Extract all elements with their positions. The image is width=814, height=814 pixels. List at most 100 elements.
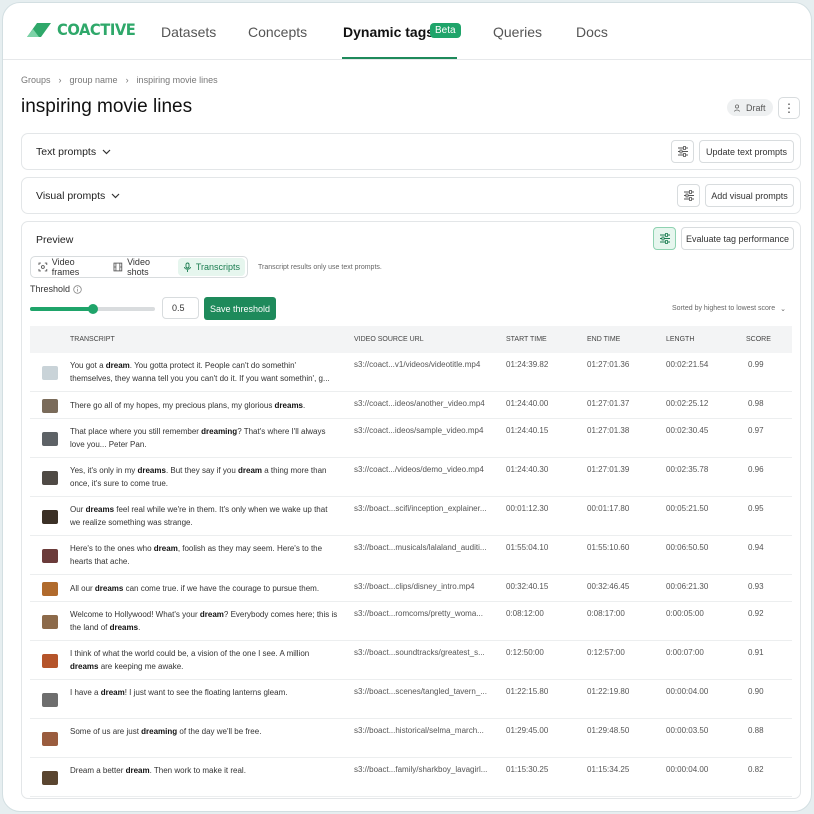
- breadcrumb: Groups › group name › inspiring movie li…: [21, 75, 218, 85]
- end-time: 01:27:01.36: [587, 360, 630, 369]
- threshold-input[interactable]: 0.5: [162, 297, 199, 319]
- transcript-segment: ! I just want to see the floating lanter…: [124, 688, 288, 697]
- table-row[interactable]: All our dreams can come true. if we have…: [30, 575, 792, 602]
- score: 0.97: [748, 426, 764, 435]
- video-source-url[interactable]: s3://coact.../videos/demo_video.mp4: [354, 465, 484, 474]
- nav-datasets[interactable]: Datasets: [161, 24, 216, 40]
- highlighted-keyword: dream: [125, 766, 150, 775]
- table-row[interactable]: Some of us are just dreaming of the day …: [30, 719, 792, 758]
- chevron-down-icon: [111, 193, 120, 199]
- video-thumbnail: [42, 365, 58, 380]
- score: 0.92: [748, 609, 764, 618]
- video-source-url[interactable]: s3://coact...v1/videos/videotitle.mp4: [354, 360, 480, 369]
- transcript-segment: of the day we'll be free.: [177, 727, 262, 736]
- text-prompts-toggle[interactable]: Text prompts: [36, 146, 111, 158]
- header-transcript[interactable]: TRANSCRIPT: [70, 336, 115, 343]
- table-row[interactable]: Welcome to Hollywood! What's your dream?…: [30, 602, 792, 641]
- transcript-segment: Dream a better: [70, 766, 126, 775]
- transcript-hint: Transcript results only use text prompts…: [258, 264, 382, 271]
- tab-transcripts[interactable]: Transcripts: [177, 258, 245, 276]
- preview-settings-button[interactable]: [653, 227, 676, 250]
- threshold-slider-handle[interactable]: [87, 304, 98, 314]
- highlighted-keyword: dreams: [94, 584, 124, 593]
- video-source-url[interactable]: s3://coact...ideos/sample_video.mp4: [354, 426, 483, 435]
- score: 0.90: [748, 687, 764, 696]
- transcript-text: Our dreams feel real while we're in them…: [70, 503, 338, 529]
- evaluate-tag-performance-button[interactable]: Evaluate tag performance: [681, 227, 794, 250]
- transcripts-table: TRANSCRIPT VIDEO SOURCE URL START TIME E…: [30, 326, 792, 797]
- table-row[interactable]: Yes, it's only in my dreams. But they sa…: [30, 458, 792, 497]
- video-thumbnail: [42, 731, 58, 746]
- transcript-segment: Some of us are just: [70, 727, 142, 736]
- end-time: 01:22:19.80: [587, 687, 630, 696]
- chevron-down-icon: [102, 149, 111, 155]
- table-row[interactable]: I think of what the world could be, a vi…: [30, 641, 792, 680]
- table-row[interactable]: I have a dream! I just want to see the f…: [30, 680, 792, 719]
- video-source-url[interactable]: s3://boact...family/sharkboy_lavagirl...: [354, 765, 487, 774]
- nav-dynamic-tags[interactable]: Dynamic tags: [343, 24, 434, 40]
- sort-dropdown[interactable]: Sorted by highest to lowest score ⌄: [672, 305, 786, 313]
- transcript-text: That place where you still remember drea…: [70, 425, 338, 451]
- text-prompts-settings-button[interactable]: [671, 140, 694, 163]
- video-source-url[interactable]: s3://coact...ideos/another_video.mp4: [354, 399, 485, 408]
- transcript-text: I think of what the world could be, a vi…: [70, 647, 338, 673]
- video-source-url[interactable]: s3://boact...romcoms/pretty_woma...: [354, 609, 483, 618]
- header-score[interactable]: SCORE: [746, 336, 771, 343]
- transcript-segment: Our: [70, 505, 86, 514]
- video-thumbnail: [42, 548, 58, 563]
- highlighted-keyword: dreaming: [141, 727, 178, 736]
- tab-video-frames-label: Video frames: [51, 257, 80, 277]
- nav-queries[interactable]: Queries: [493, 24, 542, 40]
- tab-video-shots-label: Video shots: [127, 257, 150, 277]
- start-time: 01:24:40.00: [506, 399, 549, 408]
- end-time: 01:27:01.39: [587, 465, 630, 474]
- video-thumbnail: [42, 470, 58, 485]
- video-source-url[interactable]: s3://boact...scifi/inception_explainer..…: [354, 504, 487, 513]
- start-time: 01:22:15.80: [506, 687, 549, 696]
- chevron-right-icon: ›: [58, 75, 62, 85]
- top-nav: COACTIVE Datasets Concepts Dynamic tags …: [3, 3, 811, 60]
- table-row[interactable]: There go all of my hopes, my precious pl…: [30, 392, 792, 419]
- logo[interactable]: COACTIVE: [25, 20, 142, 39]
- transcript-text: Welcome to Hollywood! What's your dream?…: [70, 608, 338, 634]
- table-row[interactable]: Dream a better dream. Then work to make …: [30, 758, 792, 797]
- transcript-segment: Welcome to Hollywood! What's your: [70, 610, 200, 619]
- header-video-source-url[interactable]: VIDEO SOURCE URL: [354, 336, 424, 343]
- header-length[interactable]: LENGTH: [666, 336, 694, 343]
- score: 0.88: [748, 726, 764, 735]
- video-source-url[interactable]: s3://boact...clips/disney_intro.mp4: [354, 582, 475, 591]
- update-text-prompts-button[interactable]: Update text prompts: [699, 140, 794, 163]
- video-source-url[interactable]: s3://boact...historical/selma_march...: [354, 726, 484, 735]
- breadcrumb-groups[interactable]: Groups: [21, 75, 51, 85]
- transcript-segment: .: [138, 623, 141, 632]
- score: 0.95: [748, 504, 764, 513]
- video-source-url[interactable]: s3://boact...soundtracks/greatest_s...: [354, 648, 485, 657]
- table-row[interactable]: Here's to the ones who dream, foolish as…: [30, 536, 792, 575]
- transcript-segment: can come true. if we have the courage to…: [123, 584, 320, 593]
- nav-docs[interactable]: Docs: [576, 24, 608, 40]
- visual-prompts-settings-button[interactable]: [677, 184, 700, 207]
- threshold-slider[interactable]: [30, 304, 155, 314]
- breadcrumb-group-name[interactable]: group name: [70, 75, 118, 85]
- save-threshold-button[interactable]: Save threshold: [204, 297, 276, 320]
- tab-video-frames[interactable]: Video frames: [33, 257, 108, 277]
- visual-prompts-toggle[interactable]: Visual prompts: [36, 190, 120, 202]
- tab-video-shots[interactable]: Video shots: [108, 257, 177, 277]
- table-row[interactable]: Our dreams feel real while we're in them…: [30, 497, 792, 536]
- table-row[interactable]: You got a dream. You gotta protect it. P…: [30, 353, 792, 392]
- add-visual-prompts-button[interactable]: Add visual prompts: [705, 184, 794, 207]
- header-end-time[interactable]: END TIME: [587, 336, 620, 343]
- video-thumbnail: [42, 509, 58, 524]
- video-source-url[interactable]: s3://boact...musicals/lalaland_auditi...: [354, 543, 487, 552]
- length: 0:00:07:00: [666, 648, 704, 657]
- table-row[interactable]: That place where you still remember drea…: [30, 419, 792, 458]
- header-start-time[interactable]: START TIME: [506, 336, 547, 343]
- highlighted-keyword: dream: [153, 544, 178, 553]
- score: 0.93: [748, 582, 764, 591]
- video-source-url[interactable]: s3://boact...scenes/tangled_tavern_...: [354, 687, 487, 696]
- nav-concepts[interactable]: Concepts: [248, 24, 307, 40]
- logo-icon: [27, 22, 51, 37]
- more-options-button[interactable]: ⋮: [778, 97, 800, 119]
- highlighted-keyword: dreams: [274, 401, 304, 410]
- preview-mode-tabs: Video frames Video shots Transcripts: [30, 256, 248, 278]
